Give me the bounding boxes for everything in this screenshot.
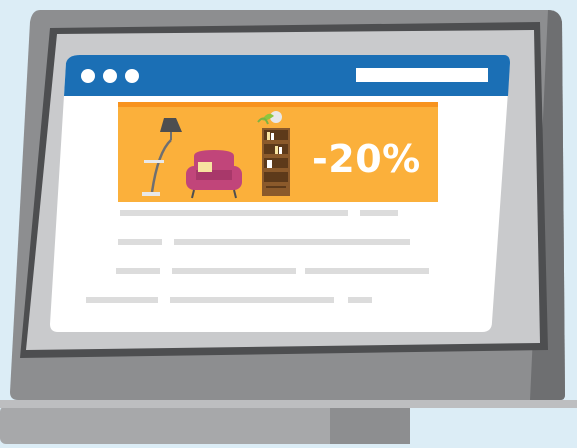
- window-dot-3: [125, 69, 139, 83]
- window-dot-2: [103, 69, 117, 83]
- window-dot-1: [81, 69, 95, 83]
- monitor-base: [0, 406, 355, 444]
- address-bar: [356, 68, 488, 82]
- discount-label: -20%: [312, 137, 421, 181]
- monitor-illustration: -20%: [0, 0, 577, 444]
